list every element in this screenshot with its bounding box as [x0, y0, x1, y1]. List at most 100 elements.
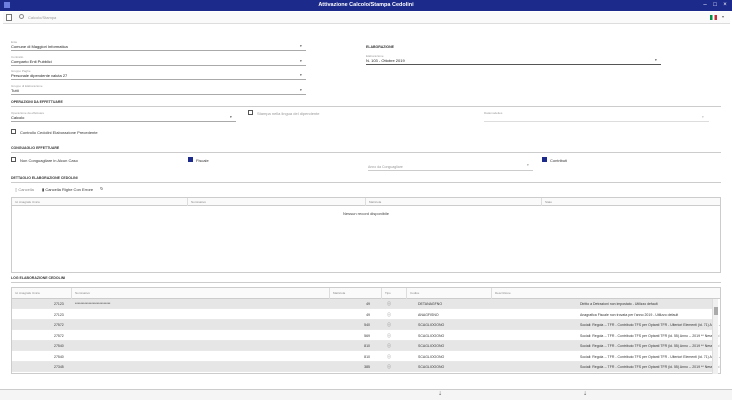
table-row[interactable]: 27123 49 ANAGFISNO Anagrafica Fiscale non t… — [12, 310, 712, 320]
gruppo-select[interactable]: Personale dipendente valuta 27 — [11, 73, 67, 78]
table-row[interactable]: 27540 810 SCAGLIOOONO Sociali: Regola -- TF… — [12, 352, 720, 362]
cell-id: 27572 — [54, 323, 64, 327]
log-section-title: LOG ELABORAZIONE CEDOLINI — [11, 276, 66, 280]
cell-descrizione: Anagrafica Fiscale non trovata per l'ann… — [580, 312, 679, 317]
cell-id: 27540 — [54, 344, 64, 348]
elaborazione-section-title: ELABORAZIONE — [366, 45, 394, 49]
chevron-down-icon[interactable]: ▾ — [722, 14, 724, 19]
cell-nominativo: ************************** — [75, 302, 111, 306]
cell-codice: SCAGLIOOONO — [418, 344, 445, 348]
gruppo-enti-select[interactable]: Tutti — [11, 88, 19, 93]
chevron-down-icon[interactable]: ▾ — [655, 58, 657, 62]
cell-id: 27345 — [54, 365, 64, 369]
cell-matricola: 810 — [364, 354, 370, 359]
cell-id: 27540 — [54, 354, 64, 359]
cell-codice: DETANAGFNO — [418, 302, 443, 306]
cell-matricola: 810 — [364, 344, 370, 348]
table-row[interactable]: 27345 385 SCAGLIOOONO Sociali: Regola -- TF… — [12, 362, 720, 372]
close-icon[interactable]: × — [721, 1, 729, 9]
toolbar: Calcolo/Stampa ▾ — [3, 12, 730, 24]
chevron-down-icon[interactable]: ▾ — [300, 59, 302, 63]
anno-input[interactable]: Anno da Conguagliare — [368, 165, 403, 169]
cancella-label: Cancella — [18, 187, 34, 192]
contratto-select[interactable]: Comparto Enti Pubblici — [11, 59, 52, 64]
scrollbar-thumb[interactable] — [714, 307, 718, 315]
cell-descrizione: Diritto a Detrazioni non impostato - Uti… — [580, 302, 658, 306]
cell-id: 27123 — [54, 312, 64, 317]
empty-message: Nessun record disponibile — [342, 211, 390, 216]
cell-descrizione: Sociali: Regola -- TFR - Contributo TFS … — [580, 344, 720, 348]
info-icon: ⓘ — [387, 332, 391, 338]
ente-select[interactable]: Comune di Maggiori Informatica — [11, 44, 68, 49]
cell-id: 27123 — [54, 302, 64, 306]
language-flag-icon[interactable] — [710, 15, 717, 20]
info-icon: ⓘ — [387, 343, 391, 348]
fiscale-label: Fiscale — [196, 158, 209, 163]
table-row[interactable]: 27123 ************************** 49 DETANAG… — [12, 299, 712, 309]
table-row[interactable]: 27540 810 SCAGLIOOONO Sociali: Regola -- TF… — [12, 341, 720, 351]
cell-id: 27572 — [54, 333, 64, 338]
search-input[interactable]: Calcolo/Stampa — [28, 15, 56, 20]
info-icon: ⓘ — [387, 311, 391, 317]
chevron-down-icon[interactable]: ▾ — [300, 88, 302, 92]
elaborazione-select[interactable]: N. 103 - Ottobre 2019 — [366, 58, 405, 63]
table-row[interactable]: 27572 569 SCAGLIOOONO Sociali: Regola -- TF… — [12, 331, 720, 341]
cell-descrizione: Sociali: Regola -- TFR - Contributo TFS … — [580, 323, 721, 327]
divider — [11, 282, 721, 283]
refresh-icon[interactable]: ↻ — [100, 186, 103, 191]
chevron-down-icon[interactable]: ▾ — [702, 115, 704, 119]
divider — [11, 152, 721, 153]
info-icon: ⓘ — [387, 364, 391, 369]
column-header[interactable]: Tipo — [382, 288, 407, 299]
stampa-lingua-checkbox[interactable] — [248, 110, 253, 115]
divider — [11, 182, 721, 183]
cell-codice: SCAGLIOOONO — [418, 365, 445, 369]
stampa-lingua-label: Stampa nella lingua del dipendente — [257, 111, 320, 116]
non-conguagliare-checkbox[interactable] — [11, 157, 16, 162]
arrow-down-icon[interactable]: ⇣ — [438, 391, 442, 397]
column-header[interactable]: Nominativo — [188, 198, 366, 206]
contributi-checkbox[interactable] — [542, 157, 547, 162]
cancella-errori-button[interactable]: ▮ Cancella Righe Con Errore — [42, 187, 93, 192]
divider — [11, 65, 306, 66]
info-icon: ⓘ — [387, 353, 391, 359]
column-header[interactable]: Codice — [407, 288, 492, 299]
operazioni-section-title: OPERAZIONI DA EFFETTUARE — [11, 100, 63, 104]
chevron-down-icon[interactable]: ▾ — [527, 163, 529, 167]
operazione-select[interactable]: Calcolo — [11, 115, 24, 120]
search-icon — [19, 14, 24, 19]
maximize-icon[interactable]: □ — [711, 1, 719, 9]
column-header[interactable]: Stato — [542, 198, 720, 206]
log-scrollbar[interactable] — [712, 299, 718, 374]
cell-matricola: 49 — [366, 302, 370, 306]
column-header[interactable]: Matricola — [330, 288, 382, 299]
controllo-checkbox[interactable] — [11, 129, 16, 134]
divider — [484, 121, 709, 122]
cell-descrizione: Sociali: Regola -- TFR - Contributo TFS … — [580, 354, 721, 359]
chevron-down-icon[interactable]: ▾ — [230, 115, 232, 119]
log-table: Id. Anagrafe Unica Nominativo Matricola … — [11, 287, 721, 374]
column-header[interactable]: Id. Anagrafe Unica — [12, 288, 72, 299]
cell-matricola: 49 — [366, 312, 370, 317]
divider — [11, 79, 306, 80]
title-bar: Attivazione Calcolo/Stampa Cedolini – □ … — [0, 0, 732, 11]
info-icon: ⓘ — [387, 322, 391, 327]
column-header[interactable]: Matricola — [366, 198, 542, 206]
chevron-down-icon[interactable]: ▾ — [300, 44, 302, 48]
divider — [11, 121, 236, 122]
minimize-icon[interactable]: – — [701, 1, 709, 9]
column-header[interactable]: Nominativo — [72, 288, 330, 299]
document-icon[interactable] — [6, 14, 12, 21]
arrow-down-icon[interactable]: ⇣ — [583, 391, 587, 397]
cancella-button[interactable]: ▯ Cancella — [15, 187, 34, 192]
bottom-bar: ⇣ ⇣ — [0, 389, 732, 400]
cell-codice: SCAGLIOOONO — [418, 354, 445, 359]
dettaglio-section-title: DETTAGLIO ELABORAZIONE CEDOLINI — [11, 176, 78, 180]
chevron-down-icon[interactable]: ▾ — [300, 73, 302, 77]
cancella-errori-label: Cancella Righe Con Errore — [45, 187, 94, 192]
fiscale-checkbox[interactable] — [188, 157, 193, 162]
column-header[interactable]: Descrizione — [492, 288, 712, 299]
column-header[interactable]: Id. Anagrafe Unica — [12, 198, 188, 206]
cell-descrizione: Sociali: Regola -- TFR - Contributo TFS … — [580, 333, 720, 338]
table-row[interactable]: 27572 540 SCAGLIOOONO Sociali: Regola -- TF… — [12, 320, 720, 330]
